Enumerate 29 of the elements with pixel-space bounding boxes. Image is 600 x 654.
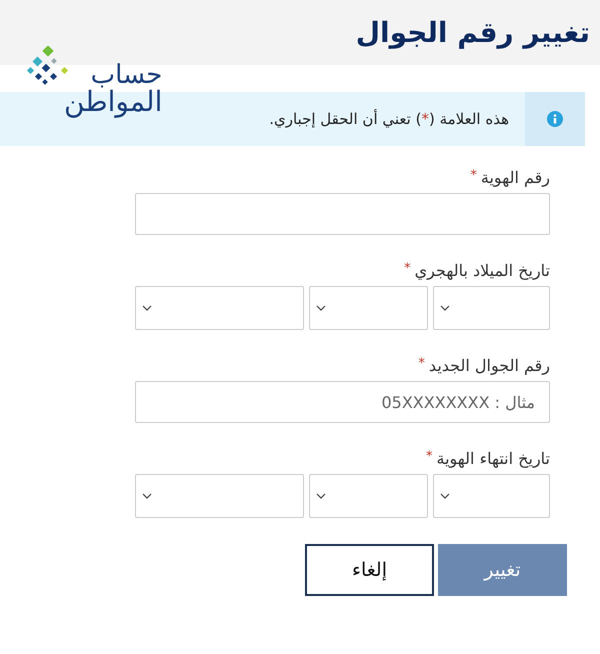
form-button[interactable]: إلغاء bbox=[305, 544, 434, 596]
dropdown-field[interactable] bbox=[308, 286, 428, 330]
field-label: رقم الجوال الجديد bbox=[428, 356, 550, 375]
chevron-down-icon bbox=[316, 493, 326, 499]
dropdown-field[interactable] bbox=[432, 286, 550, 330]
form-button[interactable]: تغيير bbox=[438, 544, 567, 596]
logo-text: المواطن bbox=[64, 88, 162, 116]
field-label: رقم الهوية bbox=[480, 168, 550, 187]
input-field[interactable]: مثال : 05XXXXXXXX bbox=[135, 381, 550, 423]
notice-text: هذه العلامة (* ) تعني أن الحقل إجباري. bbox=[269, 110, 509, 128]
dropdown-field[interactable] bbox=[308, 474, 428, 518]
chevron-down-icon bbox=[440, 305, 450, 311]
chevron-down-icon bbox=[142, 493, 152, 499]
chevron-down-icon bbox=[440, 493, 450, 499]
field-label: تاريخ انتهاء الهوية bbox=[436, 449, 550, 468]
info-icon bbox=[547, 111, 563, 127]
required-asterisk: * bbox=[404, 261, 411, 276]
dropdown-field[interactable] bbox=[135, 474, 304, 518]
chevron-down-icon bbox=[142, 305, 152, 311]
required-asterisk: * bbox=[418, 356, 425, 371]
field-label: تاريخ الميلاد بالهجري bbox=[414, 261, 550, 280]
input-field[interactable] bbox=[135, 193, 550, 235]
dropdown-field[interactable] bbox=[432, 474, 550, 518]
logo-text: حساب bbox=[90, 59, 162, 88]
required-asterisk: * bbox=[470, 168, 477, 183]
required-asterisk: * bbox=[426, 449, 432, 464]
chevron-down-icon bbox=[316, 305, 326, 311]
page-title: تغيير رقم الجوال bbox=[356, 16, 590, 49]
dropdown-field[interactable] bbox=[135, 286, 304, 330]
